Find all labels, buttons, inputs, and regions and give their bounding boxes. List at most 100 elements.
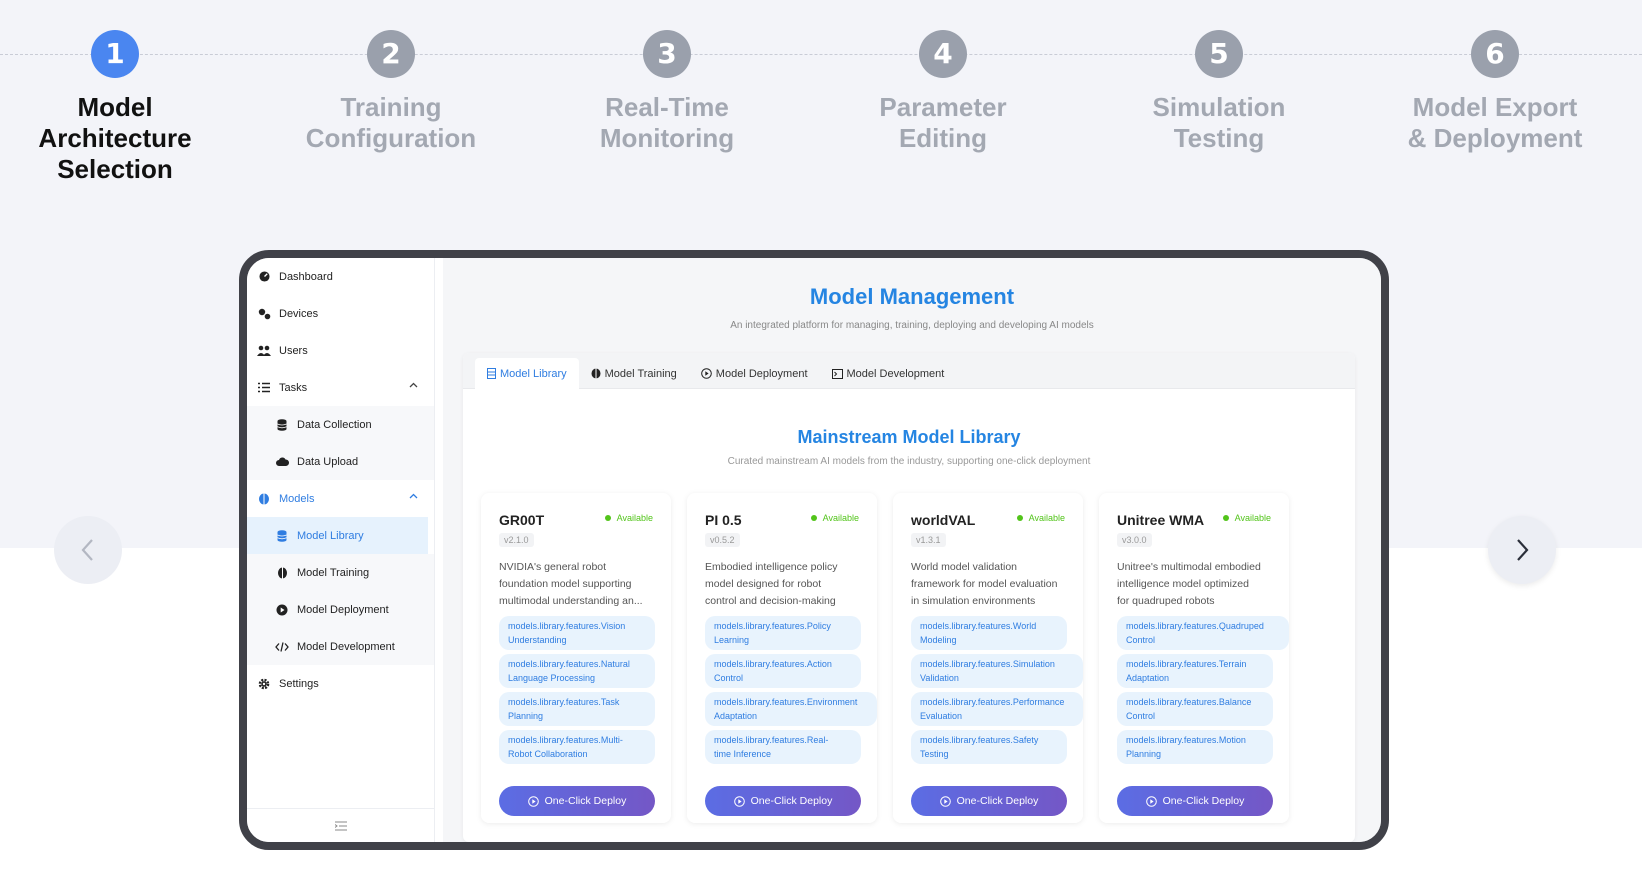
status-badge: Available	[604, 513, 653, 523]
model-name: Unitree WMA	[1117, 512, 1205, 528]
sidebar-item-label: Model Library	[297, 529, 364, 542]
step-label: Model Export & Deployment	[1407, 92, 1583, 153]
sidebar-item-tasks[interactable]: Tasks	[247, 369, 434, 406]
step-1[interactable]: 1 Model Architecture Selection	[0, 30, 230, 185]
tab-label: Model Development	[846, 367, 945, 380]
tab-model-training[interactable]: Model Training	[579, 358, 689, 389]
sidebar-item-label: Settings	[279, 677, 319, 690]
gear-icon	[257, 677, 271, 691]
sidebar-item-label: Data Collection	[297, 418, 372, 431]
sidebar-item-devices[interactable]: Devices	[247, 295, 434, 332]
model-card-worldval[interactable]: worldVAL Available v1.3.1 World model va…	[893, 493, 1083, 823]
sidebar-item-model-library[interactable]: Model Library	[247, 517, 428, 554]
tab-model-development[interactable]: Model Development	[820, 358, 957, 389]
play-circle-icon	[700, 368, 712, 379]
tab-model-library[interactable]: Model Library	[475, 358, 579, 389]
brain-icon	[591, 368, 601, 379]
model-card-pi-0-5[interactable]: PI 0.5 Available v0.5.2 Embodied intelli…	[687, 493, 877, 823]
users-icon	[257, 344, 271, 358]
status-badge: Available	[1222, 513, 1271, 523]
model-description: Embodied intelligence policy model design…	[705, 561, 838, 607]
carousel-next-button[interactable]	[1488, 516, 1556, 584]
sidebar-item-models[interactable]: Models	[247, 480, 434, 517]
sidebar-item-settings[interactable]: Settings	[247, 665, 434, 702]
sidebar-item-label: Users	[279, 344, 308, 357]
code-icon	[275, 640, 289, 654]
sidebar-item-users[interactable]: Users	[247, 332, 434, 369]
chevron-right-icon	[1517, 539, 1529, 561]
model-name: worldVAL	[911, 512, 976, 528]
tab-model-deployment[interactable]: Model Deployment	[689, 358, 820, 389]
step-number: 6	[1471, 30, 1519, 78]
database-icon	[275, 418, 289, 432]
step-number: 4	[919, 30, 967, 78]
status-badge: Available	[1016, 513, 1065, 523]
feature-tag: models.library.features.Performance Evalu…	[911, 692, 1083, 726]
step-number: 2	[367, 30, 415, 78]
sidebar-item-model-training[interactable]: Model Training	[247, 554, 434, 591]
chevron-left-icon	[81, 539, 93, 561]
feature-tag: models.library.features.Action Control	[705, 654, 861, 688]
feature-tag: models.library.features.World Modeling	[911, 616, 1067, 650]
play-circle-icon	[527, 795, 539, 807]
model-card-unitree-wma[interactable]: Unitree WMA Available v3.0.0 Unitree's m…	[1099, 493, 1289, 823]
one-click-deploy-button[interactable]: One-Click Deploy	[1117, 786, 1273, 816]
tab-label: Model Training	[604, 367, 677, 380]
step-5[interactable]: 5 Simulation Testing	[1104, 30, 1334, 154]
sidebar-item-data-upload[interactable]: Data Upload	[247, 443, 434, 480]
menu-fold-icon	[334, 821, 347, 830]
one-click-deploy-button[interactable]: One-Click Deploy	[499, 786, 655, 816]
database-icon	[275, 529, 289, 543]
step-number: 3	[643, 30, 691, 78]
page-title: Model Management	[809, 284, 1015, 309]
version-badge: v2.1.0	[499, 533, 534, 547]
main-content: Model Management An integrated platform …	[443, 258, 1381, 842]
play-circle-icon	[733, 795, 745, 807]
devices-icon	[257, 307, 271, 321]
sidebar-collapse-button[interactable]	[247, 808, 434, 842]
sidebar-item-label: Model Training	[297, 566, 370, 579]
sidebar-item-model-development[interactable]: Model Development	[247, 628, 434, 665]
version-badge: v1.3.1	[911, 533, 946, 547]
model-card-groot[interactable]: GR00T Available v2.1.0 NVIDIA's general …	[481, 493, 671, 823]
step-label: Training Configuration	[305, 92, 477, 153]
one-click-deploy-button[interactable]: One-Click Deploy	[705, 786, 861, 816]
sidebar-item-label: Models	[279, 492, 315, 505]
cloud-icon	[275, 455, 289, 469]
brain-icon	[257, 492, 271, 506]
code-icon	[831, 368, 843, 379]
feature-tag: models.library.features.Environment Adapt…	[705, 692, 877, 726]
step-3[interactable]: 3 Real-Time Monitoring	[552, 30, 782, 154]
brain-icon	[275, 566, 289, 580]
feature-tag: models.library.features.Vision Understand…	[499, 616, 655, 650]
step-4[interactable]: 4 Parameter Editing	[828, 30, 1058, 154]
play-circle-icon	[939, 795, 951, 807]
step-6[interactable]: 6 Model Export & Deployment	[1380, 30, 1610, 154]
one-click-deploy-button[interactable]: One-Click Deploy	[911, 786, 1067, 816]
version-badge: v3.0.0	[1117, 533, 1152, 547]
tab-label: Model Deployment	[715, 367, 808, 380]
task-list-icon	[257, 381, 271, 395]
feature-tag: models.library.features.Policy Learning	[705, 616, 861, 650]
step-number: 5	[1195, 30, 1243, 78]
sidebar-item-data-collection[interactable]: Data Collection	[247, 406, 434, 443]
feature-tag: models.library.features.Task Planning	[499, 692, 655, 726]
dashboard-icon	[257, 270, 271, 284]
sidebar: Dashboard Devices Users Tasks Data Colle…	[247, 258, 435, 842]
sidebar-item-dashboard[interactable]: Dashboard	[247, 258, 434, 295]
feature-tag: models.library.features.Multi- Robot Coll…	[499, 730, 655, 764]
step-2[interactable]: 2 Training Configuration	[276, 30, 506, 154]
carousel-prev-button[interactable]	[54, 516, 122, 584]
step-label: Parameter Editing	[879, 92, 1007, 153]
library-subtitle: Curated mainstream AI models from the in…	[727, 456, 1091, 467]
sidebar-item-model-deployment[interactable]: Model Deployment	[247, 591, 434, 628]
tab-bar: Model Library Model Training Model Deplo…	[463, 353, 1355, 389]
feature-tag: models.library.features.Real-time Infere…	[705, 730, 861, 764]
sidebar-item-label: Model Deployment	[297, 603, 389, 616]
chevron-up-icon	[409, 493, 418, 499]
step-number: 1	[91, 30, 139, 78]
feature-tag: models.library.features.Simulation Valida…	[911, 654, 1083, 688]
status-dot	[1222, 515, 1229, 521]
model-description: World model validation framework for mode…	[911, 561, 1058, 607]
status-dot	[604, 515, 611, 521]
